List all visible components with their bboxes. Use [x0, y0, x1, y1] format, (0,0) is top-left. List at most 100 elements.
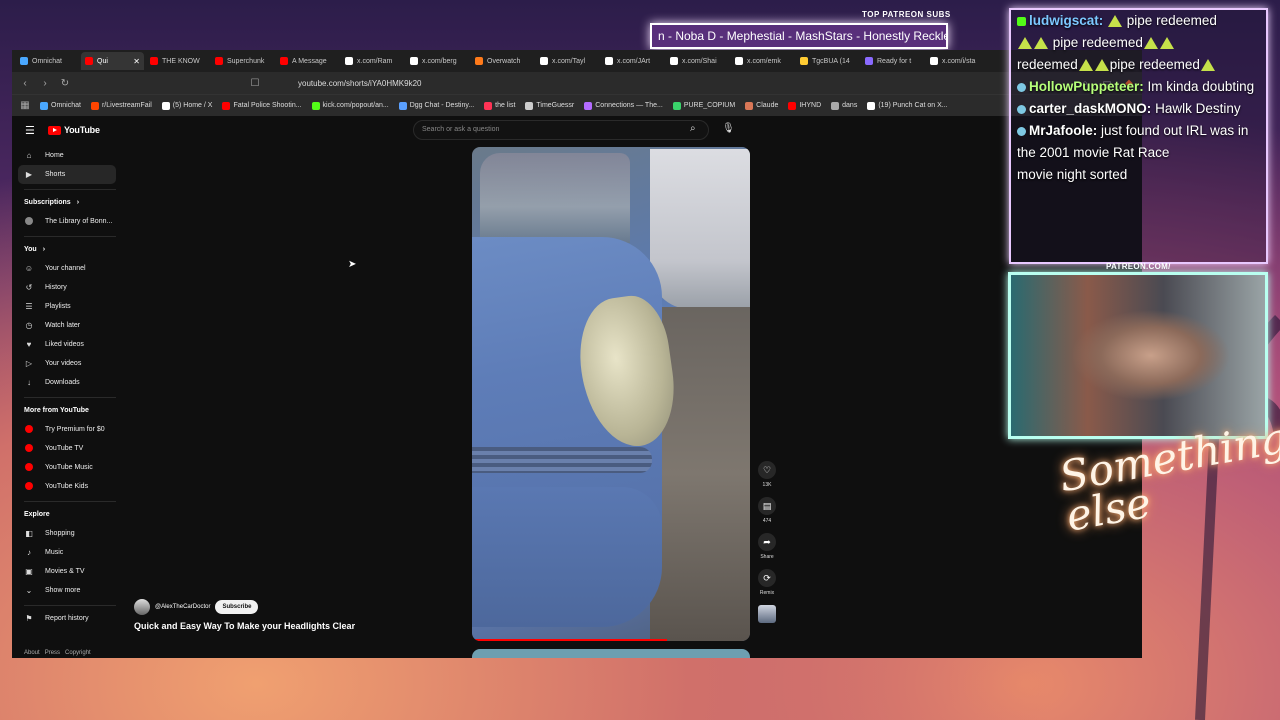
sidebar-divider: [24, 397, 116, 398]
sidebar-item[interactable]: ⌂ Home: [12, 146, 122, 165]
video-progress-bar[interactable]: [472, 639, 667, 641]
sidebar-item[interactable]: ☺ Your channel: [12, 259, 122, 278]
bookmark-item[interactable]: Omnichat: [40, 101, 81, 110]
bookmark-item[interactable]: Connections — The...: [584, 101, 663, 110]
chat-emote-icon: [1159, 37, 1174, 50]
browser-tab[interactable]: x.com/Ram: [341, 52, 404, 70]
sidebar-item[interactable]: YouTube TV: [12, 439, 122, 458]
bookmark-item[interactable]: the list: [484, 101, 516, 110]
browser-tab[interactable]: Ready for t: [861, 52, 924, 70]
bookmark-label: (5) Home / X: [172, 102, 213, 109]
tab-favicon-icon: [85, 57, 93, 65]
youtube-product-icon: [24, 462, 34, 473]
back-icon[interactable]: ‹: [20, 78, 30, 89]
video-frame-windshield: [480, 153, 630, 243]
chat-emote-icon: [1108, 15, 1123, 28]
browser-tab[interactable]: Overwatch: [471, 52, 534, 70]
sidebar-item[interactable]: ◷ Watch later: [12, 316, 122, 335]
bookmark-item[interactable]: Dgg Chat - Destiny...: [398, 101, 474, 110]
sidebar-item[interactable]: ⚑ Report history: [12, 609, 122, 628]
short-title[interactable]: Quick and Easy Way To Make your Headligh…: [134, 621, 355, 631]
browser-tab[interactable]: Qui ✕: [81, 52, 144, 70]
sidebar-item[interactable]: Try Premium for $0: [12, 420, 122, 439]
tab-label: THE KNOW: [162, 57, 200, 65]
sidebar-section-heading[interactable]: More from YouTube: [12, 401, 122, 420]
browser-window: Omnichat Qui ✕ THE KNOW Superchunk A Message x…: [12, 50, 1142, 658]
bookmark-label: Connections — The...: [595, 102, 663, 109]
channel-avatar[interactable]: [134, 599, 150, 615]
browser-tab[interactable]: x.com/Shai: [666, 52, 729, 70]
sidebar-item-label: Report history: [45, 615, 89, 622]
sidebar-section-heading[interactable]: Subscriptions ›: [12, 193, 122, 212]
address-bar[interactable]: youtube.com/shorts/iYA0HMK9k20: [298, 79, 421, 88]
remix-icon[interactable]: ⟳: [758, 569, 776, 587]
like-icon[interactable]: ♡: [758, 461, 776, 479]
sidebar-item[interactable]: The Library of Bonn...: [12, 212, 122, 231]
bookmark-item[interactable]: (5) Home / X: [161, 101, 213, 110]
chat-text: movie night sorted: [1017, 167, 1128, 182]
browser-tab[interactable]: x.com/JArt: [601, 52, 664, 70]
bookmark-item[interactable]: r/LivestreamFail: [90, 101, 152, 110]
apps-icon[interactable]: ▦: [20, 100, 30, 111]
bookmark-favicon-icon: [484, 101, 493, 110]
sidebar-item-label: Your videos: [45, 360, 82, 367]
channel-name[interactable]: @AlexTheCarDoctor: [155, 604, 210, 610]
sidebar-item[interactable]: ▶ Shorts: [18, 165, 116, 184]
footer-link[interactable]: Copyright: [65, 650, 91, 656]
bookmark-item[interactable]: kick.com/popout/an...: [311, 101, 389, 110]
bookmark-item[interactable]: dans: [831, 101, 857, 110]
sidebar-item[interactable]: ↓ Downloads: [12, 373, 122, 392]
menu-icon[interactable]: ☰: [25, 124, 35, 137]
sidebar-item[interactable]: YouTube Music: [12, 458, 122, 477]
youtube-logo[interactable]: YouTube: [48, 125, 100, 135]
short-video-player[interactable]: [472, 147, 750, 641]
bookmark-item[interactable]: (19) Punch Cat on X...: [867, 101, 948, 110]
footer-link[interactable]: About: [24, 650, 40, 656]
reload-icon[interactable]: ↻: [60, 78, 70, 89]
browser-tab[interactable]: x.com/berg: [406, 52, 469, 70]
microphone-icon[interactable]: 🎙︎: [722, 123, 735, 134]
bookmark-label: the list: [495, 102, 516, 109]
channel-thumbnail[interactable]: [758, 605, 776, 623]
sidebar-section-heading[interactable]: You ›: [12, 240, 122, 259]
bookmark-favicon-icon: [584, 101, 593, 110]
browser-tab[interactable]: Omnichat: [16, 52, 79, 70]
bookmark-item[interactable]: Claude: [745, 101, 778, 110]
browser-tab[interactable]: A Message: [276, 52, 339, 70]
sidebar-item[interactable]: ⌄ Show more: [12, 581, 122, 600]
browser-tab[interactable]: x.com/i/sta: [926, 52, 989, 70]
bookmark-icon[interactable]: ☐: [250, 78, 260, 89]
chat-message: MrJafoole: just found out IRL was in the…: [1017, 120, 1260, 164]
browser-tab[interactable]: x.com/Tayl: [536, 52, 599, 70]
chat-emote-icon: [1094, 59, 1109, 72]
bookmark-item[interactable]: IHYND: [788, 101, 821, 110]
search-input[interactable]: Search or ask a question: [413, 120, 709, 140]
sidebar-item[interactable]: ↺ History: [12, 278, 122, 297]
forward-icon[interactable]: ›: [40, 78, 50, 89]
footer-link[interactable]: Press: [45, 650, 60, 656]
sidebar-item[interactable]: ♥ Liked videos: [12, 335, 122, 354]
sidebar-item[interactable]: YouTube Kids: [12, 477, 122, 496]
browser-tab[interactable]: TgcBUA (14: [796, 52, 859, 70]
sidebar-item[interactable]: ▷ Your videos: [12, 354, 122, 373]
bookmark-item[interactable]: Fatal Police Shootin...: [222, 101, 302, 110]
sidebar-item[interactable]: ☰ Playlists: [12, 297, 122, 316]
browser-tab[interactable]: Superchunk: [211, 52, 274, 70]
browser-tab[interactable]: x.com/emk: [731, 52, 794, 70]
tab-label: x.com/berg: [422, 57, 457, 65]
sidebar-item[interactable]: ▣ Movies & TV: [12, 562, 122, 581]
bookmark-item[interactable]: PURE_COPIUM: [672, 101, 735, 110]
sidebar-item[interactable]: ♪ Music: [12, 543, 122, 562]
bookmark-item[interactable]: TimeGuessr: [525, 101, 574, 110]
next-short-preview[interactable]: [472, 649, 750, 658]
download-icon: ↓: [27, 378, 31, 387]
sidebar-item[interactable]: ◧ Shopping: [12, 524, 122, 543]
sidebar-section-heading[interactable]: Explore: [12, 505, 122, 524]
subscribe-button[interactable]: Subscribe: [215, 600, 259, 614]
comment-icon[interactable]: ▤: [758, 497, 776, 515]
share-icon[interactable]: ➦: [758, 533, 776, 551]
browser-toolbar: ‹ › ↻ ☐ youtube.com/shorts/iYA0HMK9k20 ⌕…: [12, 72, 1142, 94]
search-icon[interactable]: ⌕: [690, 123, 696, 134]
browser-tab[interactable]: THE KNOW: [146, 52, 209, 70]
tab-close-icon[interactable]: ✕: [133, 57, 140, 66]
